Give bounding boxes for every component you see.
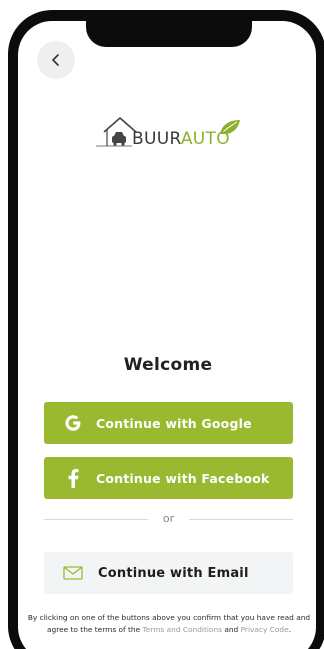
email-button-label: Continue with Email (98, 565, 249, 581)
google-button-label: Continue with Google (96, 415, 252, 431)
facebook-button-label: Continue with Facebook (96, 470, 270, 486)
or-divider: or (44, 511, 293, 527)
page-title: Welcome (123, 355, 213, 375)
continue-with-email-button[interactable]: Continue with Email (44, 552, 293, 594)
continue-with-facebook-button[interactable]: Continue with Facebook (44, 457, 293, 499)
chevron-left-icon (52, 54, 59, 66)
back-button[interactable] (37, 41, 75, 79)
terms-and-conditions-link[interactable]: Terms and Conditions (143, 625, 222, 634)
brand-text-buur: BUUR (132, 129, 181, 149)
google-icon (50, 413, 96, 433)
app-stage: BUURAUTO Welcome Continue with Google Co… (0, 0, 324, 649)
phone-notch (86, 21, 252, 47)
brand-wordmark: BUURAUTO (132, 129, 230, 149)
legal-disclaimer: By clicking on one of the buttons above … (24, 612, 314, 636)
legal-suffix-text: . (288, 625, 291, 634)
brand-text-auto: AUTO (180, 129, 230, 149)
brand-logo: BUURAUTO (94, 112, 244, 154)
legal-and-text: and (221, 625, 241, 634)
divider-line-right (189, 519, 293, 520)
facebook-icon (50, 468, 96, 488)
envelope-icon (50, 566, 96, 580)
continue-with-google-button[interactable]: Continue with Google (44, 402, 293, 444)
privacy-code-link[interactable]: Privacy Code (241, 625, 289, 634)
